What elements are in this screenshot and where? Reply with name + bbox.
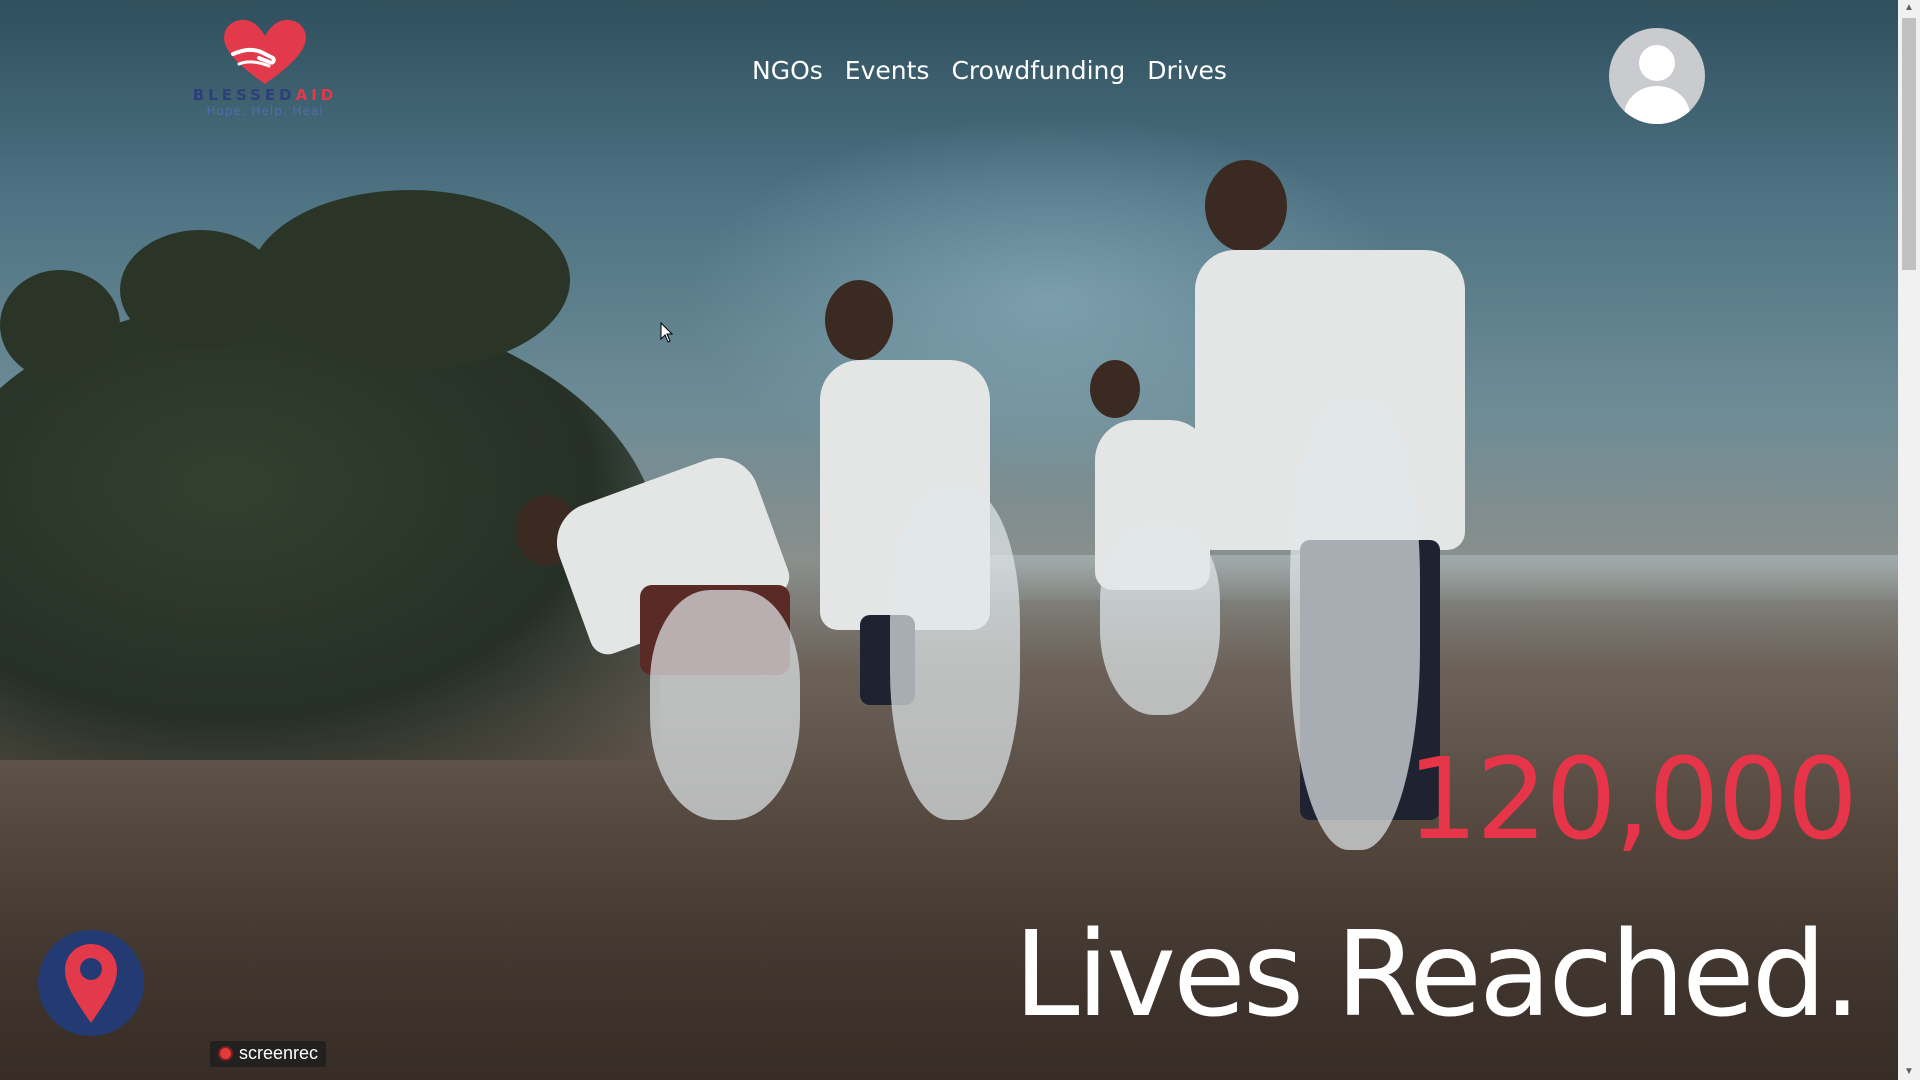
hero-section: BLESSEDAID Hope. Help. Heal NGOs Events … [0, 0, 1898, 1080]
heart-hands-icon [224, 19, 306, 84]
nav-item-events[interactable]: Events [845, 56, 930, 85]
stat-label: Lives Reached. [1013, 905, 1861, 1043]
scroll-up-arrow-icon[interactable]: ▲ [1898, 0, 1920, 16]
background-tree [0, 270, 120, 380]
user-avatar-icon[interactable] [1609, 28, 1705, 124]
record-dot-icon [218, 1046, 233, 1061]
nav-item-ngos[interactable]: NGOs [752, 56, 823, 85]
background-tree [120, 230, 280, 350]
nav-item-drives[interactable]: Drives [1147, 56, 1227, 85]
page-scrollbar[interactable]: ▲ ▼ [1898, 0, 1920, 1080]
scroll-thumb[interactable] [1902, 18, 1916, 270]
screenrec-label: screenrec [239, 1043, 319, 1063]
map-pin-icon [65, 944, 117, 1023]
brand-logo[interactable]: BLESSEDAID Hope. Help. Heal [190, 14, 340, 129]
background-tree [250, 190, 570, 370]
brand-tagline: Hope. Help. Heal [206, 104, 324, 118]
nav-item-crowdfunding[interactable]: Crowdfunding [951, 56, 1125, 85]
brand-name: BLESSEDAID [192, 86, 338, 104]
main-nav: NGOs Events Crowdfunding Drives [752, 56, 1227, 85]
stat-number: 120,000 [1406, 735, 1858, 865]
mouse-cursor-icon [660, 322, 674, 343]
screenrec-badge: screenrec [210, 1041, 327, 1067]
scroll-down-arrow-icon[interactable]: ▼ [1898, 1064, 1920, 1080]
location-button[interactable] [38, 930, 144, 1036]
